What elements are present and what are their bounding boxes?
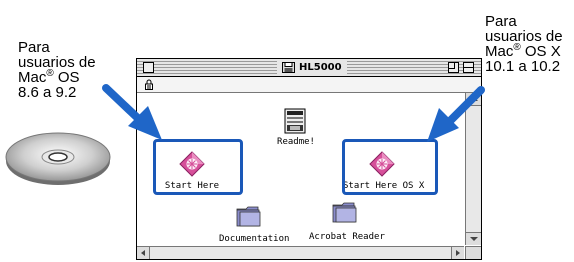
osx-users-label: Para usuarios de Mac® OS X 10.1 a 10.2: [485, 13, 563, 75]
acrobat-reader-label: Acrobat Reader: [309, 232, 385, 242]
start-here-osx-highlight: [342, 139, 438, 195]
title-bar[interactable]: HL5000: [137, 59, 481, 77]
resize-grip[interactable]: [465, 246, 481, 259]
arrow-icon: [102, 84, 162, 140]
arrow-icon: [427, 86, 485, 142]
folder-icon[interactable]: [332, 201, 358, 223]
window-title: HL5000: [299, 62, 342, 73]
readme-label: Readme!: [277, 137, 315, 147]
zoom-box[interactable]: [448, 62, 459, 73]
cd-rom-icon: [5, 132, 111, 185]
horizontal-scrollbar[interactable]: [137, 246, 464, 259]
os9-users-label: Para usuarios de Mac® OS 8.6 a 9.2: [18, 39, 96, 101]
close-box[interactable]: [143, 62, 154, 73]
document-icon[interactable]: [284, 108, 306, 134]
folder-icon[interactable]: [236, 205, 262, 227]
scroll-down-arrow[interactable]: [466, 232, 481, 245]
disk-icon: [282, 62, 295, 73]
scroll-left-arrow[interactable]: [137, 247, 150, 259]
collapse-box[interactable]: [463, 62, 474, 73]
documentation-label: Documentation: [219, 234, 290, 244]
scroll-right-arrow[interactable]: [451, 247, 464, 259]
start-here-highlight: [153, 139, 243, 195]
